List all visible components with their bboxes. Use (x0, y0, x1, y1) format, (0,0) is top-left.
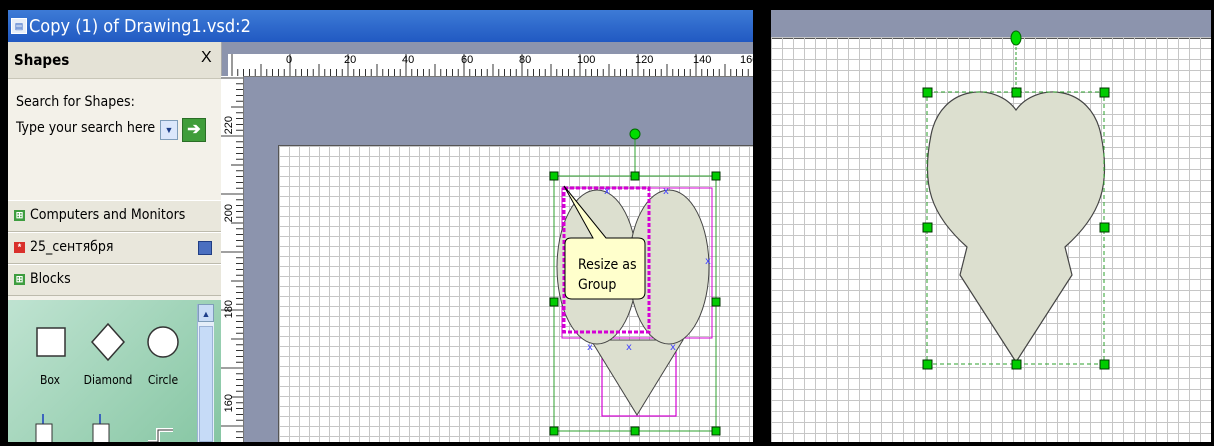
svg-text:x: x (705, 256, 711, 267)
heart-shape[interactable] (926, 91, 1106, 364)
tooltip-text: Resize as Group (578, 255, 637, 295)
svg-text:x: x (670, 342, 676, 353)
tooltip-line: Group (578, 277, 617, 293)
svg-text:x: x (587, 342, 593, 353)
zoomed-canvas-right (771, 10, 1211, 442)
visio-window-left: ▤ Copy (1) of Drawing1.vsd:2 Shapes X Se… (8, 10, 753, 442)
svg-text:x: x (663, 186, 669, 197)
tooltip-line: Resize as (578, 257, 637, 273)
rotation-handle[interactable] (629, 128, 641, 140)
svg-text:x: x (604, 186, 610, 197)
svg-text:x: x (626, 342, 632, 353)
canvas-shapes-right (922, 30, 1110, 370)
canvas-shapes-left: xx xx xxx (549, 128, 721, 436)
rotation-handle[interactable] (1010, 30, 1022, 46)
